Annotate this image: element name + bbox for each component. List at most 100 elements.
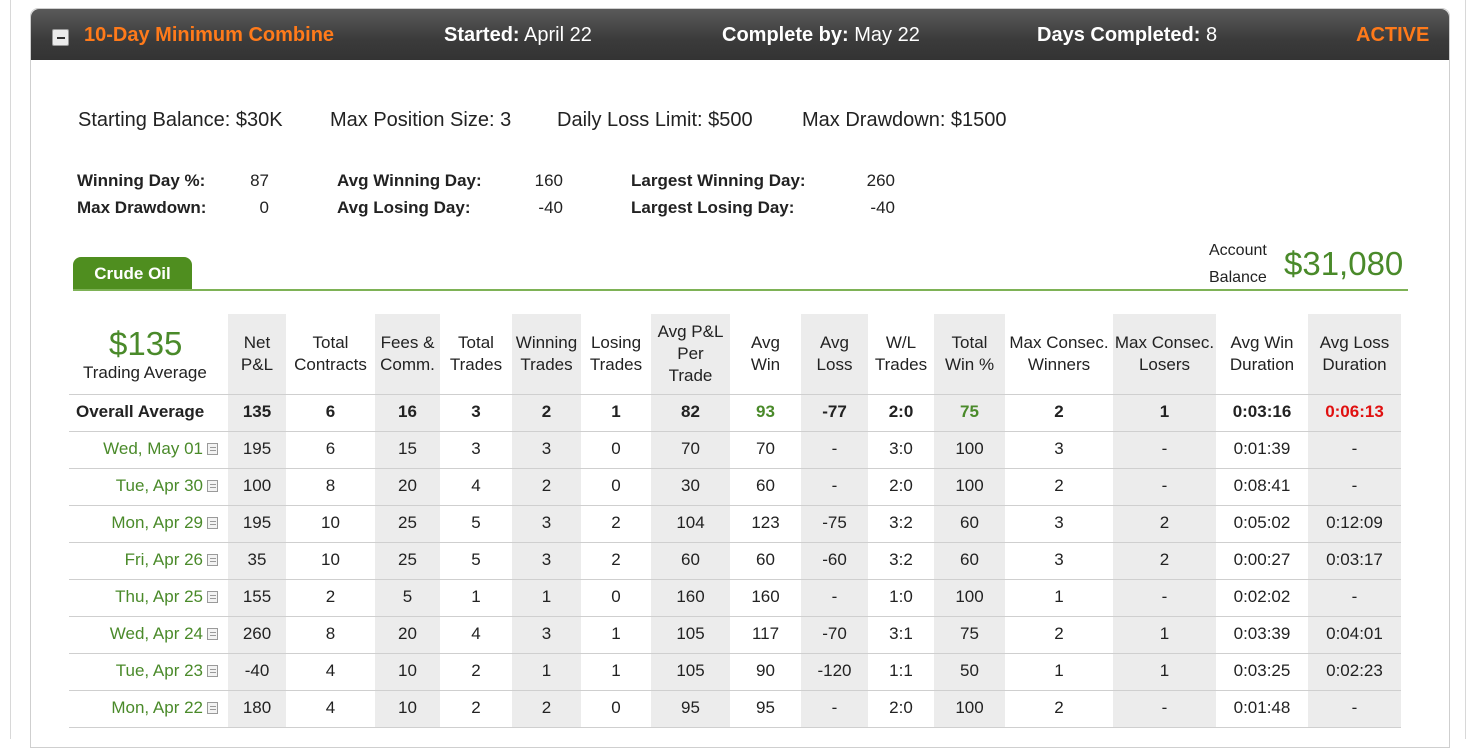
table-cell: 0 xyxy=(611,439,621,458)
table-cell: 123 xyxy=(751,513,780,532)
max-drawdown-value: 0 xyxy=(259,198,269,217)
row-date-link[interactable]: Tue, Apr 23 xyxy=(61,653,203,689)
winning-day-pct-label: Winning Day %: xyxy=(77,171,206,190)
minus-square-icon[interactable] xyxy=(52,29,69,46)
table-cell: 0:02:23 xyxy=(1326,661,1383,680)
table-cell: 2 xyxy=(611,550,621,569)
table-cell: 1 xyxy=(471,587,481,606)
column-header-line: Win xyxy=(750,355,781,374)
row-date-link[interactable]: Mon, Apr 29 xyxy=(61,505,203,541)
column-header: Max Consec. Winners xyxy=(1005,314,1113,394)
table-cell: 2 xyxy=(471,661,481,680)
column-header: Total Contracts xyxy=(286,314,375,394)
table-cell: 95 xyxy=(681,698,700,717)
overall-cell: 2 xyxy=(541,402,552,421)
table-cell: 2 xyxy=(1054,476,1064,495)
column-header: W/L Trades xyxy=(868,314,934,394)
tab-crude-oil[interactable]: Crude Oil xyxy=(73,257,192,290)
column-header: Total Win % xyxy=(934,314,1005,394)
column-header-line: Total xyxy=(951,333,988,352)
row-date-link[interactable]: Mon, Apr 22 xyxy=(61,690,203,726)
row-date-link[interactable]: Wed, Apr 24 xyxy=(61,616,203,652)
table-cell: 1 xyxy=(1054,587,1064,606)
table-cell: 1:0 xyxy=(889,587,913,606)
row-date-link[interactable]: Thu, Apr 25 xyxy=(61,579,203,615)
column-header: Avg Win Duration xyxy=(1216,314,1308,394)
note-icon[interactable] xyxy=(207,591,218,603)
row-date-link[interactable]: Fri, Apr 26 xyxy=(61,542,203,578)
table-cell: 3 xyxy=(541,439,552,458)
page-border-left xyxy=(10,0,11,739)
table-cell: 0:03:17 xyxy=(1326,550,1383,569)
combine-header: 10-Day Minimum Combine Started: April 22… xyxy=(31,9,1449,60)
table-cell: 0:03:25 xyxy=(1233,661,1291,680)
account-balance-label-1: Account xyxy=(1209,242,1267,259)
table-cell: - xyxy=(1351,698,1358,717)
table-cell: 8 xyxy=(325,624,336,643)
rule-daily-loss: Daily Loss Limit: $500 xyxy=(557,109,753,131)
table-cell: - xyxy=(831,698,838,717)
table-cell: 0:08:41 xyxy=(1233,476,1291,495)
days-completed-label: Days Completed xyxy=(1037,24,1194,46)
rule-max-position: Max Position Size: 3 xyxy=(330,109,512,131)
row-divider xyxy=(69,727,1401,728)
combine-title: 10-Day Minimum Combine xyxy=(84,24,335,46)
table-cell: -60 xyxy=(822,550,847,569)
table-cell: 0:00:27 xyxy=(1233,550,1291,569)
overall-cell: 135 xyxy=(242,402,272,421)
table-cell: 2 xyxy=(325,587,336,606)
trading-average-label: Trading Average xyxy=(83,363,207,382)
table-cell: 105 xyxy=(676,661,705,680)
overall-cell: 93 xyxy=(756,402,775,421)
note-icon[interactable] xyxy=(207,517,218,529)
table-cell: 3 xyxy=(1054,439,1064,458)
largest-winning-day-value: 260 xyxy=(866,171,895,190)
note-icon[interactable] xyxy=(207,443,218,455)
days-completed-value: 8 xyxy=(1205,24,1218,46)
column-header: Winning Trades xyxy=(512,314,581,394)
overall-cell: 16 xyxy=(398,402,417,421)
column-header-line: Max Consec. xyxy=(1114,333,1215,352)
table-cell: 0:01:48 xyxy=(1233,698,1291,717)
row-date-link[interactable]: Tue, Apr 30 xyxy=(61,468,203,504)
column-header-line: Per xyxy=(677,344,704,363)
table-cell: 195 xyxy=(242,513,272,532)
table-cell: 60 xyxy=(756,550,775,569)
column-header-line: Winners xyxy=(1027,355,1091,374)
overall-cell: -77 xyxy=(822,402,847,421)
avg-losing-day-label: Avg Losing Day: xyxy=(337,198,471,217)
table-cell: 3 xyxy=(541,550,552,569)
table-cell: 6 xyxy=(325,439,336,458)
table-cell: 1 xyxy=(611,661,621,680)
column-header-line: Win % xyxy=(944,355,995,374)
table-cell: 1 xyxy=(1054,661,1064,680)
table-cell: 0:04:01 xyxy=(1326,624,1383,643)
table-cell: - xyxy=(1161,476,1168,495)
column-header-line: W/L xyxy=(885,333,917,352)
table-cell: 35 xyxy=(247,550,267,569)
note-icon[interactable] xyxy=(207,628,218,640)
row-date-link[interactable]: Wed, May 01 xyxy=(61,431,203,467)
account-balance-label-2: Balance xyxy=(1209,269,1267,286)
table-cell: -120 xyxy=(817,661,852,680)
note-icon[interactable] xyxy=(207,554,218,566)
note-icon[interactable] xyxy=(207,702,218,714)
table-cell: 1 xyxy=(1159,624,1170,643)
table-cell: 2:0 xyxy=(889,698,913,717)
column-header-line: Losing xyxy=(590,333,642,352)
note-icon[interactable] xyxy=(207,665,218,677)
table-cell: - xyxy=(831,439,838,458)
table-cell: - xyxy=(831,587,838,606)
note-icon[interactable] xyxy=(207,480,218,492)
column-header-line: Avg Loss xyxy=(1319,333,1390,352)
table-cell: 260 xyxy=(242,624,272,643)
table-cell: - xyxy=(1351,476,1358,495)
column-header-line: Duration xyxy=(1229,355,1295,374)
table-cell: 10 xyxy=(321,550,340,569)
largest-losing-day-value: -40 xyxy=(870,198,895,217)
table-cell: 105 xyxy=(676,624,705,643)
table-cell: 15 xyxy=(398,439,417,458)
complete-by-value: May 22 xyxy=(854,24,920,46)
table-cell: 2 xyxy=(1054,624,1064,643)
table-cell: 70 xyxy=(681,439,700,458)
